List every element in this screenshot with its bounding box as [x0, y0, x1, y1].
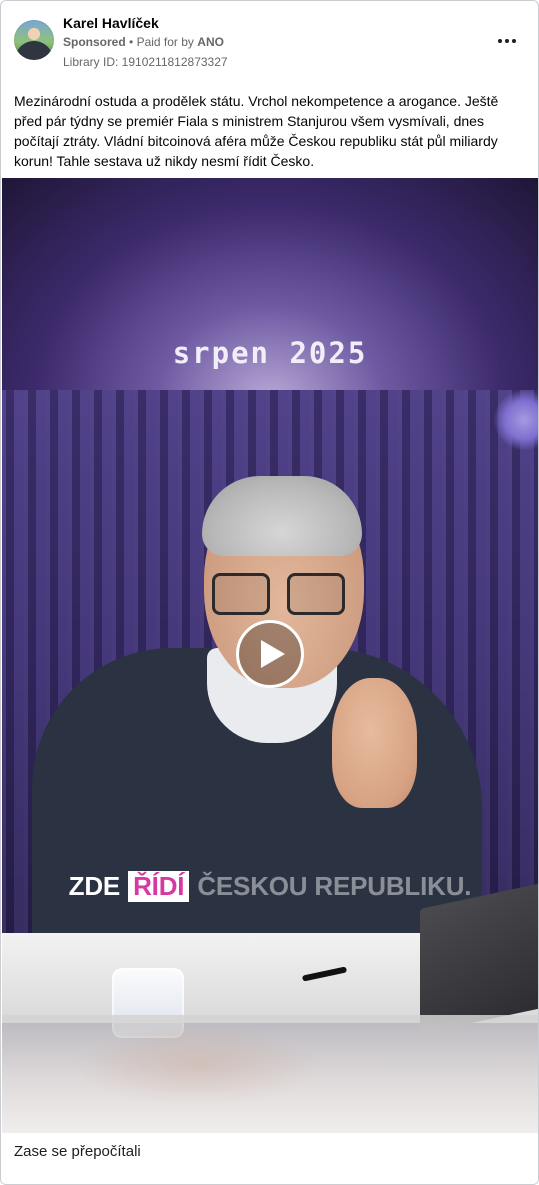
paid-for-by-entity: ANO	[197, 35, 224, 49]
advertiser-avatar[interactable]	[14, 20, 54, 60]
play-icon[interactable]	[236, 620, 304, 688]
ad-body-text: Mezinárodní ostuda a prodělek státu. Vrc…	[14, 93, 499, 169]
paid-for-by-prefix: Paid for by	[136, 35, 194, 49]
speaker-glasses-right	[287, 573, 345, 615]
video-date-text: srpen 2025	[172, 336, 368, 370]
advertiser-name[interactable]: Karel Havlíček	[63, 15, 159, 31]
caption-highlight: ŘÍDÍ	[128, 871, 190, 902]
caption-part-2: ČESKOU REPUBLIKU.	[197, 871, 472, 901]
caption-part-1: ZDE	[68, 871, 121, 901]
footer-title: Zase se přepočítali	[14, 1143, 141, 1160]
video-caption: ZDE ŘÍDÍ ČESKOU REPUBLIKU.	[2, 871, 538, 902]
sponsorship-line: Sponsored • Paid for by ANO	[63, 35, 224, 49]
speaker-hand	[332, 678, 417, 808]
video-bottom-blur	[2, 1015, 538, 1133]
video-player[interactable]: srpen 2025 ZDE ŘÍDÍ ČESKOU REPUBLIKU.	[2, 178, 538, 1133]
ad-card: Karel Havlíček Sponsored • Paid for by A…	[0, 0, 539, 1185]
more-options-icon[interactable]	[495, 31, 519, 51]
speaker-glasses-left	[212, 573, 270, 615]
sponsored-label: Sponsored	[63, 35, 126, 49]
ad-header: Karel Havlíček Sponsored • Paid for by A…	[1, 1, 538, 79]
separator-dot: •	[129, 35, 134, 49]
play-triangle-icon	[261, 640, 285, 668]
ad-footer[interactable]: Zase se přepočítali	[2, 1133, 538, 1184]
speaker-hair	[202, 476, 362, 556]
library-id: Library ID: 1910211812873327	[63, 55, 228, 69]
